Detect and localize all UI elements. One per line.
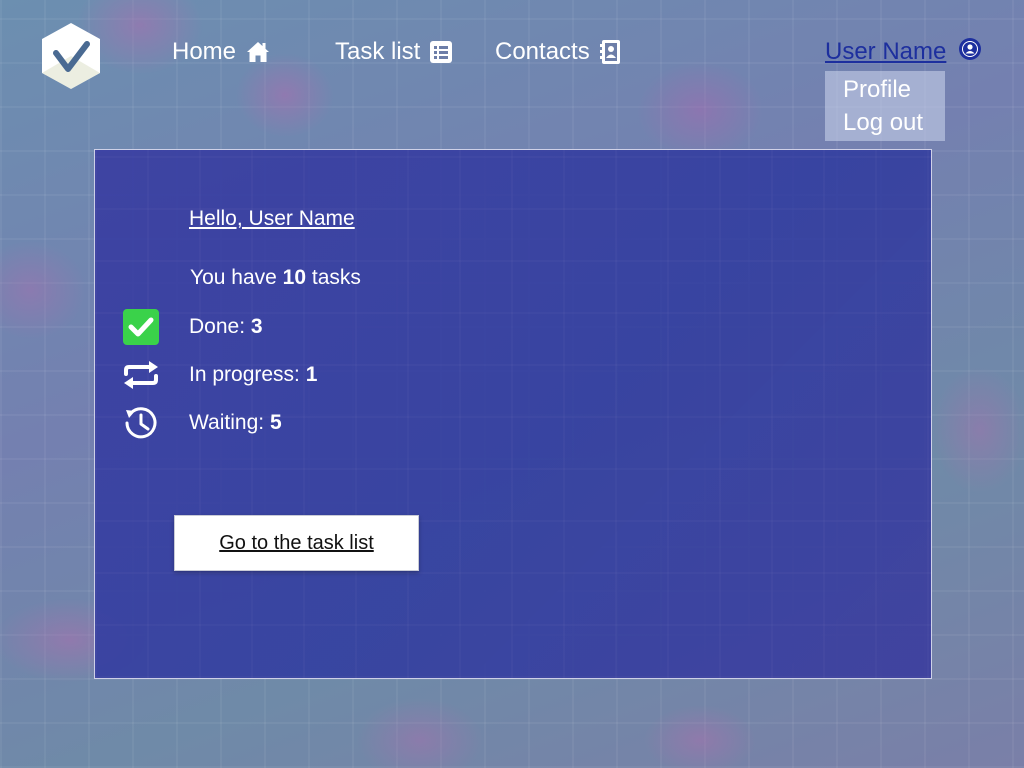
menu-item-log-out[interactable]: Log out [843,106,945,139]
home-icon [247,42,270,62]
nav-item-task-list[interactable]: Task list [335,35,453,69]
dashboard-panel: Hello, User Name You have 10 tasks Done:… [94,149,932,679]
user-circle-icon[interactable] [958,37,982,61]
nav-item-label: Contacts [495,38,590,65]
nav-item-home[interactable]: Home [172,35,270,69]
history-clock-icon [123,405,159,441]
list-icon [430,41,453,63]
stat-value: 5 [269,411,282,434]
go-to-task-list-button[interactable]: Go to the task list [174,515,419,571]
stat-label: In progress: [189,363,300,386]
stat-label: Done: [189,315,246,338]
stat-done: Done: 3 [123,309,263,345]
greeting-link[interactable]: Hello, User Name [189,207,355,231]
check-square-icon [123,309,159,345]
user-dropdown-menu: Profile Log out [825,71,945,141]
user-menu-trigger: User Name [825,36,946,68]
checkmark-hexagon-icon [42,23,100,89]
stat-value: 3 [250,315,263,338]
address-book-icon [599,40,620,64]
nav-item-label: Task list [335,38,421,65]
summary-count: 10 [282,266,307,289]
stat-in-progress: In progress: 1 [123,357,317,393]
nav-item-contacts[interactable]: Contacts [495,35,622,69]
stat-label: Waiting: [189,411,265,434]
nav-item-label: Home [172,38,237,65]
summary-suffix: tasks [311,266,361,289]
app-logo[interactable] [41,22,101,90]
menu-item-profile[interactable]: Profile [843,73,945,106]
task-summary: You have 10 tasks [190,266,361,290]
user-name-link[interactable]: User Name [825,36,946,68]
stat-waiting: Waiting: 5 [123,405,282,441]
repeat-icon [123,357,159,393]
summary-prefix: You have [190,266,277,289]
stat-value: 1 [305,363,318,386]
